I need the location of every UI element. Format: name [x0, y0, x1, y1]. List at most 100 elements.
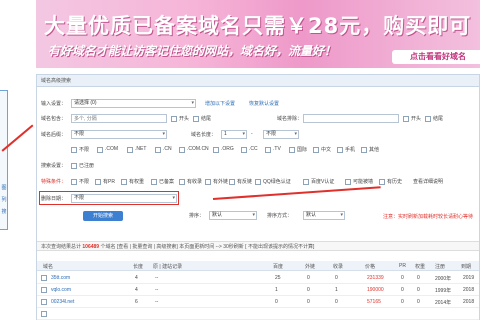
- tld-option-0-check[interactable]: [71, 147, 77, 153]
- col-price[interactable]: 价格: [365, 263, 375, 270]
- result-prefix: 本次查询结果总计: [41, 244, 82, 250]
- tld-option-1-check[interactable]: [97, 147, 103, 153]
- result-count: 106489: [82, 244, 100, 250]
- tld-option-10-check[interactable]: [337, 147, 343, 153]
- special-option-3-check[interactable]: [151, 179, 157, 185]
- special-option-0-check[interactable]: [71, 179, 77, 185]
- col-index[interactable]: 收录: [333, 263, 343, 270]
- row-domain-contains: 域名包含： 开头 结尾 域名排除： 开头 结尾: [41, 114, 471, 127]
- special-option-9-check[interactable]: [345, 179, 351, 185]
- special-option-1-check[interactable]: [95, 179, 101, 185]
- row-checkbox[interactable]: [41, 287, 47, 293]
- select-input-settings[interactable]: 请选择 (0): [71, 99, 196, 108]
- annotation-note: 注意：实时刷新加载耗时较长请耐心等待: [383, 214, 474, 220]
- tld-option-6: .CC: [249, 146, 258, 152]
- left-link-2[interactable]: 列: [0, 196, 8, 206]
- domain-contains-input[interactable]: [71, 114, 167, 123]
- special-option-9: 可能被墙: [353, 179, 374, 185]
- cell-history: --: [155, 275, 159, 281]
- tld-option-2-check[interactable]: [127, 147, 133, 153]
- cell-baidu: 25: [275, 275, 281, 281]
- special-option-5-check[interactable]: [205, 179, 211, 185]
- label-input-settings: 输入设置：: [41, 101, 67, 107]
- table-row[interactable]: 35tt.com 4 -- 25 0 0 231339 0 0 2000年 20…: [37, 273, 479, 284]
- special-option-10: 有历史: [387, 179, 403, 185]
- cell-domain[interactable]: 00234l.net: [51, 299, 74, 305]
- checkbox-prefix[interactable]: [171, 116, 177, 122]
- select-length-to[interactable]: 不限: [263, 130, 299, 139]
- cell-history: --: [155, 299, 159, 305]
- special-option-6-check[interactable]: [229, 179, 235, 185]
- tld-option-9: 中文: [321, 147, 332, 153]
- special-option-6: 有反链: [237, 179, 253, 185]
- link-reset-settings[interactable]: 恢复默认设置: [249, 100, 279, 107]
- panel-header: 域名高级搜索: [37, 75, 479, 87]
- col-length[interactable]: 长度: [133, 263, 143, 270]
- cell-baidu: 0: [275, 299, 278, 305]
- cell-reg: 2014年: [435, 300, 452, 306]
- select-length-from[interactable]: 1: [221, 130, 247, 139]
- special-option-8-check[interactable]: [303, 179, 309, 185]
- tld-option-8-check[interactable]: [289, 147, 295, 153]
- banner-cta-button[interactable]: 点击看看好域名: [392, 50, 480, 64]
- link-details[interactable]: 查看详细说明: [413, 178, 443, 185]
- row-checkbox[interactable]: [41, 299, 47, 305]
- checkbox-suffix-label: 结尾: [201, 116, 212, 122]
- table-row[interactable]: [37, 309, 479, 320]
- checkbox-exclude-prefix-label: 开头: [411, 116, 422, 122]
- col-weight[interactable]: 权重: [415, 263, 425, 270]
- tld-option-4-check[interactable]: [179, 147, 185, 153]
- checkbox-exclude-prefix[interactable]: [403, 116, 409, 122]
- search-button[interactable]: 开始搜索: [83, 211, 123, 221]
- tld-option-1: .COM: [105, 146, 119, 152]
- col-history[interactable]: 原 | 建站记录: [153, 263, 182, 270]
- row-checkbox[interactable]: [41, 275, 47, 281]
- left-link-1[interactable]: 图: [0, 184, 8, 194]
- col-exp[interactable]: 到期: [461, 263, 471, 270]
- col-domain[interactable]: 域名: [43, 263, 53, 270]
- banner-subtitle: 有好域名才能让访客记住您的网站，域名好，流量好！: [48, 44, 337, 58]
- checkbox-exclude-suffix[interactable]: [425, 116, 431, 122]
- row-domain-suffix: 域名后缀： 不限 域名长度： 1 - 不限: [41, 130, 471, 143]
- tld-option-5-check[interactable]: [213, 147, 219, 153]
- tld-option-3-check[interactable]: [155, 147, 161, 153]
- cell-price: 190000: [367, 287, 384, 293]
- select-sort-field[interactable]: 默认: [209, 211, 257, 220]
- special-option-2-check[interactable]: [121, 179, 127, 185]
- checkbox-suffix[interactable]: [193, 116, 199, 122]
- cell-history: --: [155, 287, 159, 293]
- tld-option-9-check[interactable]: [313, 147, 319, 153]
- select-domain-suffix[interactable]: 不限: [71, 130, 167, 139]
- link-add-settings[interactable]: 增加以下设置: [205, 100, 235, 107]
- select-sort-order[interactable]: 默认: [303, 211, 345, 220]
- left-side-panel: 图 列 搜: [0, 0, 36, 320]
- tld-option-7-check[interactable]: [265, 147, 271, 153]
- label-search-settings: 搜索设置：: [41, 163, 67, 169]
- cell-domain[interactable]: vqlo.com: [51, 287, 71, 293]
- special-option-4: 有收录: [187, 179, 203, 185]
- tld-option-6-check[interactable]: [241, 147, 247, 153]
- special-option-10-check[interactable]: [379, 179, 385, 185]
- tld-option-10: 手机: [345, 147, 356, 153]
- row-checkbox[interactable]: [41, 311, 47, 317]
- special-option-7: QQ绿色认证: [263, 179, 291, 185]
- special-option-7-check[interactable]: [255, 179, 261, 185]
- cell-domain[interactable]: 35tt.com: [51, 275, 70, 281]
- tld-option-11-check[interactable]: [361, 147, 367, 153]
- table-row[interactable]: 00234l.net 6 -- 0 0 0 57165 0 0 2014年 20…: [37, 297, 479, 308]
- checkbox-prefix-label: 开头: [179, 116, 190, 122]
- cell-length: 4: [135, 275, 138, 281]
- left-link-3[interactable]: 搜: [0, 208, 8, 218]
- tld-option-2: .NET: [135, 146, 147, 152]
- promo-banner[interactable]: 大量优质已备案域名只需￥28元，购买即可 有好域名才能让访客记住您的网站，域名好…: [36, 0, 480, 68]
- table-row[interactable]: vqlo.com 4 -- 1 0 1 190000 0 0 1999年 201…: [37, 285, 479, 296]
- checkbox-registered[interactable]: [71, 163, 77, 169]
- cell-weight: 0: [417, 275, 420, 281]
- special-option-4-check[interactable]: [179, 179, 185, 185]
- col-reg[interactable]: 注册: [435, 263, 445, 270]
- col-pr[interactable]: PR: [399, 263, 406, 269]
- col-baidu[interactable]: 百度: [273, 263, 283, 270]
- col-ext[interactable]: 外链: [305, 263, 315, 270]
- domain-exclude-input[interactable]: [303, 114, 399, 123]
- label-domain-contains: 域名包含：: [41, 116, 67, 122]
